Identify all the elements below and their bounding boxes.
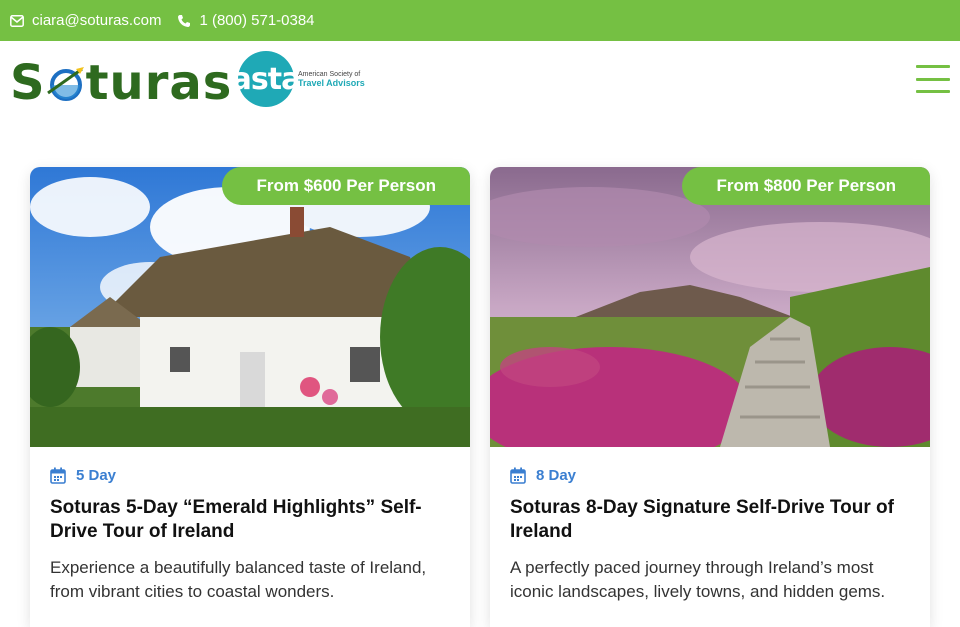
asta-caption: American Society of Travel Advisors: [298, 70, 365, 88]
menu-toggle-button[interactable]: [916, 65, 950, 93]
asta-badge: asta: [232, 51, 301, 107]
card-body: 8 Day Soturas 8-Day Signature Self-Drive…: [490, 447, 930, 604]
phone-icon: [178, 14, 191, 27]
envelope-icon: [10, 14, 24, 27]
email-text[interactable]: ciara@soturas.com: [32, 12, 161, 29]
duration-text: 5 Day: [76, 467, 117, 484]
price-badge: From $800 Per Person: [682, 167, 930, 205]
tour-card[interactable]: From $800 Per Person 8 Day Soturas 8-Day…: [490, 167, 930, 627]
logo-text-right: turas: [85, 55, 233, 111]
asta-caption-line2: Travel Advisors: [298, 78, 365, 88]
hamburger-bar: [916, 90, 950, 93]
landscape-photo: [490, 167, 930, 447]
card-body: 5 Day Soturas 5-Day “Emerald Highlights”…: [30, 447, 470, 604]
tour-description: A perfectly paced journey through Irelan…: [510, 558, 886, 601]
duration-label: 8 Day: [510, 467, 910, 484]
hamburger-bar: [916, 65, 950, 68]
tour-card[interactable]: From $600 Per Person 5 Day Soturas 5-Day…: [30, 167, 470, 627]
calendar-icon: [510, 467, 526, 484]
tour-title[interactable]: Soturas 5-Day “Emerald Highlights” Self-…: [50, 496, 450, 544]
site-header: S turas asta American Society of Travel …: [0, 41, 960, 161]
soturas-logo[interactable]: S turas: [10, 55, 232, 111]
top-contact-bar: ciara@soturas.com 1 (800) 571-0384: [0, 0, 960, 41]
hamburger-bar: [916, 77, 950, 81]
asta-logo: asta American Society of Travel Advisors: [232, 51, 365, 107]
tour-title[interactable]: Soturas 8-Day Signature Self-Drive Tour …: [510, 496, 910, 544]
tour-image-cottage[interactable]: From $600 Per Person: [30, 167, 470, 447]
email-link[interactable]: ciara@soturas.com: [10, 12, 161, 29]
duration-text: 8 Day: [536, 467, 577, 484]
calendar-icon: [50, 467, 66, 484]
price-badge: From $600 Per Person: [222, 167, 470, 205]
phone-text[interactable]: 1 (800) 571-0384: [199, 12, 314, 29]
phone-link[interactable]: 1 (800) 571-0384: [177, 12, 315, 29]
tour-image-landscape[interactable]: From $800 Per Person: [490, 167, 930, 447]
duration-label: 5 Day: [50, 467, 450, 484]
cottage-photo: [30, 167, 470, 447]
tour-description: Experience a beautifully balanced taste …: [50, 558, 427, 601]
logo-text-left: S: [10, 55, 46, 111]
globe-icon: [46, 63, 86, 103]
tour-cards: From $600 Per Person 5 Day Soturas 5-Day…: [30, 167, 950, 627]
